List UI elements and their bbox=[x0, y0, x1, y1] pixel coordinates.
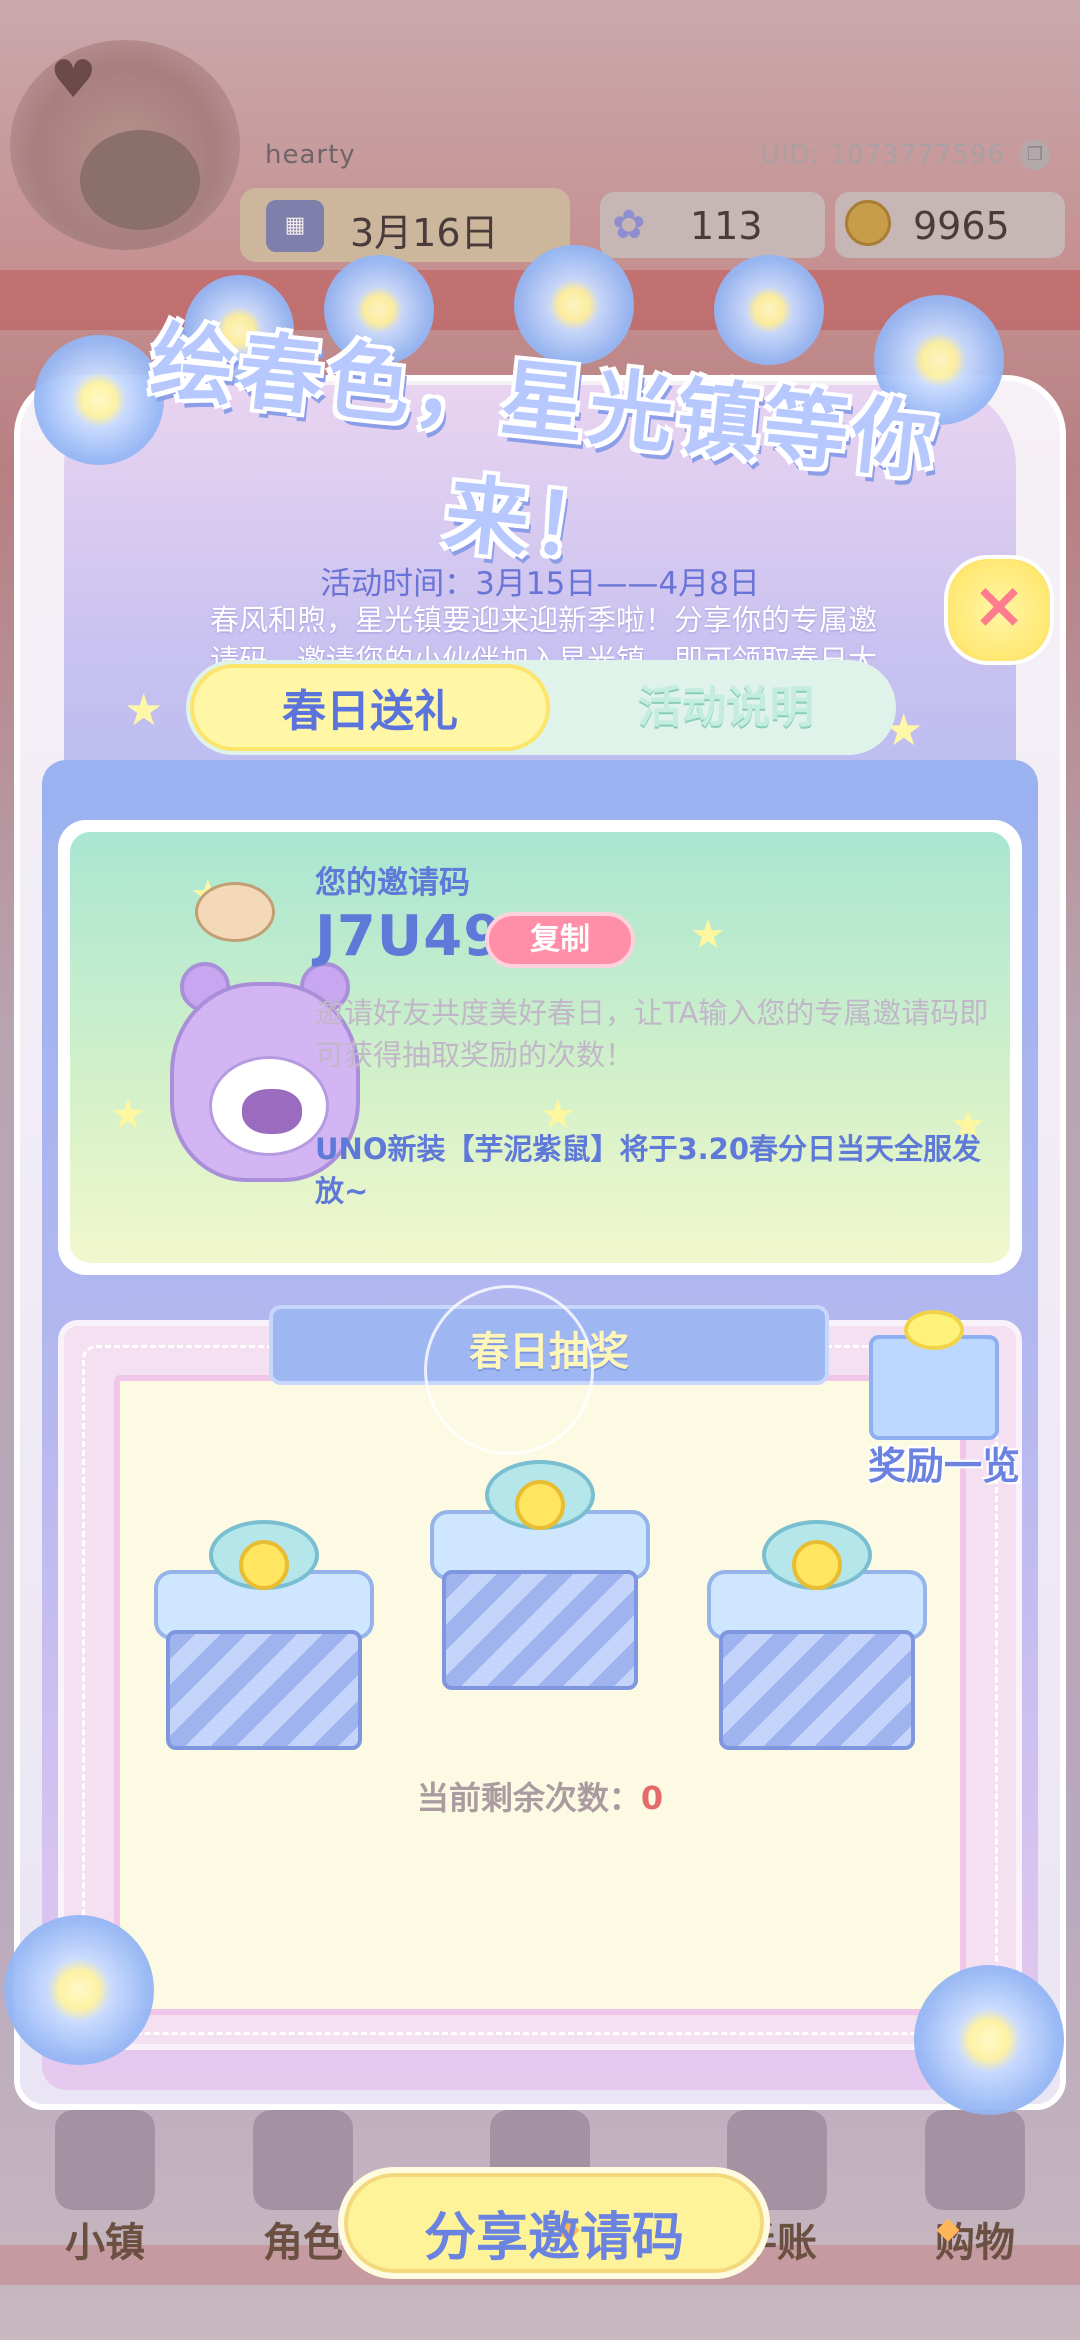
coin-count: 9965 bbox=[913, 204, 1010, 248]
gift-body bbox=[442, 1570, 638, 1690]
gem-count: 113 bbox=[690, 204, 763, 248]
reward-list-label[interactable]: 奖励一览 bbox=[844, 1435, 1044, 1490]
glow-ring bbox=[424, 1285, 594, 1455]
star-decoration: ★ bbox=[124, 685, 164, 736]
hamster-mouth-inner bbox=[242, 1089, 302, 1134]
remaining-count: 0 bbox=[640, 1779, 664, 1817]
close-icon: × bbox=[972, 569, 1026, 643]
heart-icon: ♥ bbox=[50, 50, 97, 110]
date-display: ▦ 3月16日 bbox=[240, 188, 570, 262]
star-decoration: ★ bbox=[690, 912, 726, 958]
gift-flower-icon bbox=[239, 1540, 289, 1590]
hamster-mouth bbox=[209, 1056, 329, 1156]
character-badge bbox=[195, 882, 275, 942]
gift-body bbox=[719, 1630, 915, 1750]
avatar-face bbox=[80, 130, 200, 230]
uid-text: UID: 1073777596 bbox=[760, 140, 1005, 170]
tab-spring-gift[interactable]: 春日送礼 bbox=[190, 664, 550, 751]
calendar-icon: ▦ bbox=[266, 200, 324, 252]
coin-icon bbox=[845, 200, 891, 246]
gem-icon: ✿ bbox=[612, 202, 646, 248]
gem-counter[interactable]: ✿ 113 bbox=[600, 192, 825, 258]
gift-flower-icon bbox=[792, 1540, 842, 1590]
invite-news: UNO新装【芋泥紫鼠】将于3.20春分日当天全服发放~ bbox=[315, 1132, 982, 1208]
invite-card: ★ ★ ★ ★ ★ 您的邀请码 J7U499 复制 邀请好友共度美好春日，让TA… bbox=[58, 820, 1022, 1275]
copy-uid-icon[interactable]: ❐ bbox=[1020, 140, 1050, 170]
gift-box-icon bbox=[869, 1335, 999, 1440]
star-decoration: ★ bbox=[110, 1092, 146, 1138]
gift-box-2[interactable] bbox=[430, 1460, 650, 1690]
diamond-icon: ◆ bbox=[936, 2211, 960, 2246]
event-modal: ★ ★ ★ 绘春色，星光镇等你来！ 活动时间：3月15日——4月8日 春风和煦，… bbox=[4, 245, 1066, 2279]
invite-code-label: 您的邀请码 bbox=[315, 865, 470, 901]
tab-event-info[interactable]: 活动说明 bbox=[566, 664, 886, 751]
activity-time: 活动时间：3月15日——4月8日 bbox=[320, 566, 760, 602]
gift-box-3[interactable] bbox=[707, 1520, 927, 1750]
nav-label: 小镇 bbox=[65, 2220, 145, 2266]
remaining-label: 当前剩余次数： bbox=[416, 1779, 641, 1817]
date-text: 3月16日 bbox=[350, 211, 499, 255]
tab-bar: 春日送礼 活动说明 bbox=[186, 660, 896, 755]
bow-icon bbox=[904, 1310, 964, 1350]
flower-decoration bbox=[4, 1915, 154, 2065]
top-hud: ♥ hearty UID: 1073777596 ❐ ▦ 3月16日 ✿ 113… bbox=[0, 0, 1080, 262]
close-button[interactable]: × bbox=[944, 555, 1054, 665]
nav-item-town[interactable]: 小镇 bbox=[20, 2100, 190, 2330]
share-button-label: 分享邀请码 bbox=[423, 2208, 684, 2268]
share-invite-button[interactable]: ◆ 分享邀请码 ◆ bbox=[338, 2167, 960, 2279]
flower-decoration bbox=[714, 255, 824, 365]
invite-description: 邀请好友共度美好春日，让TA输入您的专属邀请码即可获得抽取奖励的次数！ bbox=[315, 996, 989, 1072]
character-icon bbox=[253, 2110, 353, 2210]
copy-button[interactable]: 复制 bbox=[485, 912, 635, 968]
reward-gift-icon[interactable] bbox=[849, 1310, 1019, 1440]
flower-decoration bbox=[914, 1965, 1064, 2115]
invite-card-inner: ★ ★ ★ ★ ★ 您的邀请码 J7U499 复制 邀请好友共度美好春日，让TA… bbox=[70, 832, 1010, 1263]
player-avatar[interactable]: ♥ bbox=[10, 40, 240, 250]
shop-icon bbox=[925, 2110, 1025, 2210]
town-icon bbox=[55, 2110, 155, 2210]
gift-box-1[interactable] bbox=[154, 1520, 374, 1750]
gift-flower-icon bbox=[515, 1480, 565, 1530]
remaining-draws: 当前剩余次数：0 bbox=[0, 1773, 1080, 1819]
coin-counter[interactable]: 9965 bbox=[835, 192, 1065, 258]
gift-body bbox=[166, 1630, 362, 1750]
username: hearty bbox=[265, 140, 356, 170]
